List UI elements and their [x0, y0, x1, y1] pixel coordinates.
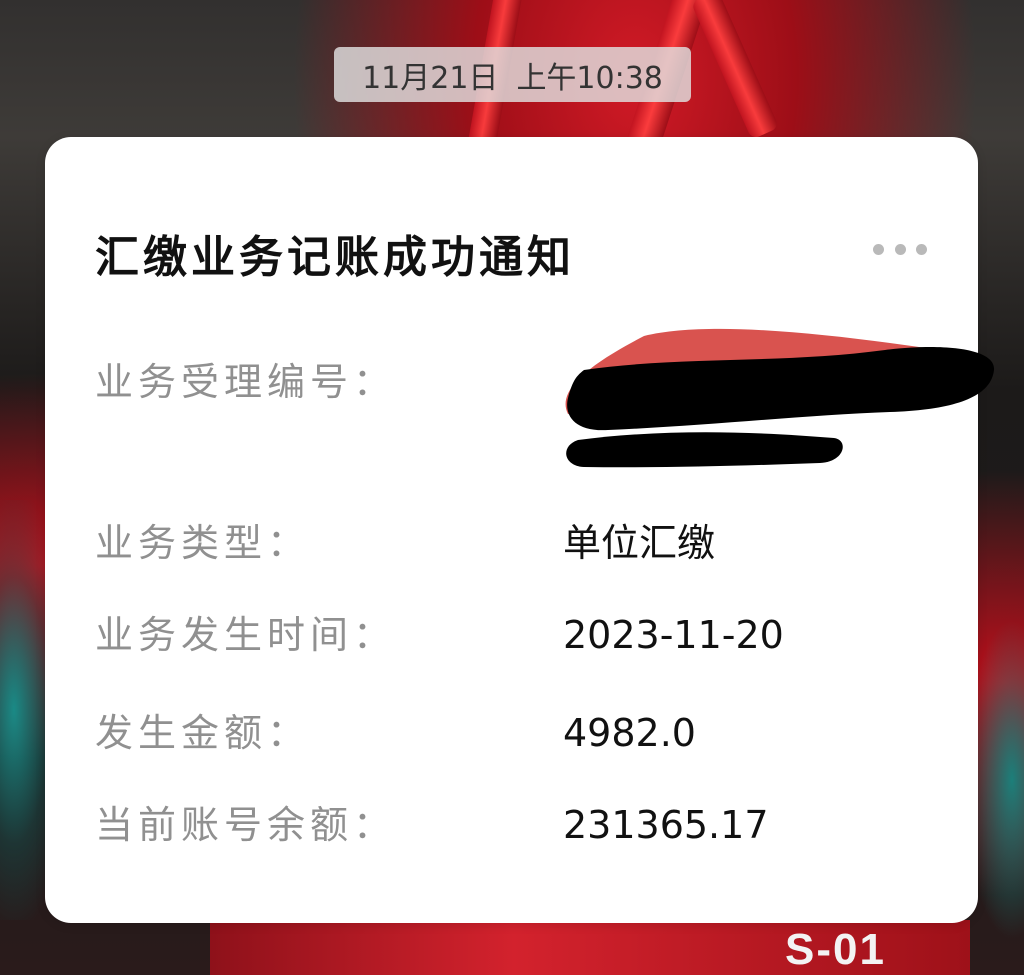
field-row-business-id: 业务受理编号： — [95, 328, 995, 468]
dot-icon — [916, 243, 927, 255]
timestamp-date: 11月21日 — [362, 60, 499, 96]
notification-title: 汇缴业务记账成功通知 — [95, 232, 575, 283]
dot-icon — [894, 243, 906, 255]
field-value: 231365.17 — [563, 803, 769, 847]
background-marking: S-01 — [785, 925, 886, 974]
timestamp-time: 上午10:38 — [516, 60, 663, 96]
field-row-business-type: 业务类型： 单位汇缴 — [95, 513, 935, 573]
field-row-amount: 发生金额： 4982.0 — [95, 703, 935, 763]
redaction-scribble — [565, 328, 995, 468]
field-label: 发生金额： — [95, 711, 311, 755]
timestamp-pill: 11月21日 上午10:38 — [334, 47, 691, 102]
field-label: 当前账号余额： — [95, 803, 397, 847]
field-value: 4982.0 — [563, 711, 696, 755]
field-value: 2023-11-20 — [563, 613, 784, 657]
field-row-business-time: 业务发生时间： 2023-11-20 — [95, 605, 935, 665]
field-value: 单位汇缴 — [563, 521, 716, 565]
field-label: 业务类型： — [95, 521, 311, 565]
dot-icon — [873, 243, 884, 255]
notification-card[interactable]: 汇缴业务记账成功通知 业务受理编号： 业务类型： 单位汇缴 业务发生时间： 20… — [45, 137, 995, 923]
field-label: 业务发生时间： — [95, 613, 397, 657]
background-red-blade — [690, 0, 780, 140]
more-dots-icon[interactable] — [873, 240, 927, 258]
field-label: 业务受理编号： — [95, 360, 397, 404]
field-row-balance: 当前账号余额： 231365.17 — [95, 795, 935, 855]
